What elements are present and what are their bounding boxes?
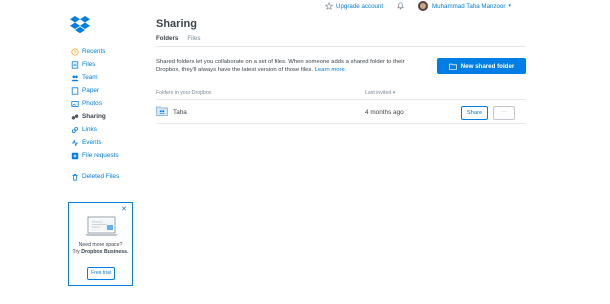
laptop-illustration-icon [85,216,118,236]
business-promo-card: ✕ Need more space? Try Dropbox Business.… [68,202,133,286]
column-folders: Folders in your Dropbox [156,90,212,96]
sidebar-item-label: Photos [82,100,102,107]
close-icon[interactable]: ✕ [121,205,127,213]
user-menu[interactable]: Muhammad Taha Manzoor ▾ [418,1,511,11]
sidebar-item-label: Files [82,61,96,68]
bell-icon[interactable] [396,1,405,10]
promo-text: Need more space? Try Dropbox Business. [71,242,130,256]
column-last-invited[interactable]: Last invited ▾ [365,90,395,96]
trash-icon [72,173,78,181]
sidebar-item-label: Sharing [82,113,106,120]
sidebar-item-label: Paper [82,87,100,94]
column-last-invited-label: Last invited [365,90,392,96]
sidebar-item-events[interactable]: Events [71,136,141,149]
sidebar-nav: Recents Files Team Paper Photos Sharing … [71,45,141,183]
page-title: Sharing [156,18,197,30]
sidebar-item-label: Events [82,139,102,146]
free-trial-button[interactable]: Free trial [87,267,115,280]
user-name: Muhammad Taha Manzoor [432,2,506,10]
links-icon [71,126,79,133]
sidebar-item-deleted-files[interactable]: Deleted Files [71,170,141,183]
new-shared-folder-button[interactable]: New shared folder [437,58,526,74]
sidebar-item-label: Links [82,126,97,133]
clock-icon [71,47,79,56]
table-row[interactable]: Taha 4 months ago Share ··· [156,101,526,124]
dropbox-logo-icon[interactable] [70,16,90,33]
sort-arrow-icon: ▾ [392,90,396,96]
more-options-button[interactable]: ··· [493,106,515,120]
folder-name[interactable]: Taha [173,109,187,116]
team-icon [71,75,79,81]
chevron-down-icon: ▾ [508,3,511,9]
file-request-icon [71,152,79,159]
photos-icon [71,100,79,107]
share-button[interactable]: Share [461,106,488,120]
upgrade-account-link[interactable]: Upgrade account [325,2,383,10]
sidebar-item-recents[interactable]: Recents [71,45,141,58]
sidebar-item-label: Recents [82,48,106,55]
events-icon [71,138,79,147]
sidebar-item-paper[interactable]: Paper [71,84,141,97]
sharing-description: Shared folders let you collaborate on a … [156,58,426,74]
promo-line2: Try [72,249,80,255]
promo-brand: Dropbox Business. [81,249,129,255]
star-icon [325,2,333,10]
folder-plus-icon [448,63,457,70]
table-header: Folders in your Dropbox Last invited ▾ [156,88,526,100]
last-invited-value: 4 months ago [365,109,404,116]
sidebar-item-photos[interactable]: Photos [71,97,141,110]
sidebar-item-label: Deleted Files [82,173,120,180]
sidebar-item-label: Team [82,74,98,81]
shared-folder-icon [156,106,168,116]
new-shared-folder-label: New shared folder [460,62,515,70]
sidebar-item-team[interactable]: Team [71,71,141,84]
learn-more-link[interactable]: Learn more. [315,67,347,73]
sidebar-item-label: File requests [82,152,119,159]
tab-divider [156,46,526,47]
promo-line1: Need more space? [78,242,123,248]
sidebar-item-sharing[interactable]: Sharing [71,110,141,123]
link-icon [71,114,79,119]
sidebar-item-links[interactable]: Links [71,123,141,136]
paper-icon [71,86,79,95]
sidebar-item-file-requests[interactable]: File requests [71,149,141,162]
sidebar-item-files[interactable]: Files [71,58,141,71]
upgrade-label: Upgrade account [336,2,384,10]
avatar [418,1,428,11]
files-icon [71,60,79,69]
description-text: Shared folders let you collaborate on a … [156,59,405,73]
